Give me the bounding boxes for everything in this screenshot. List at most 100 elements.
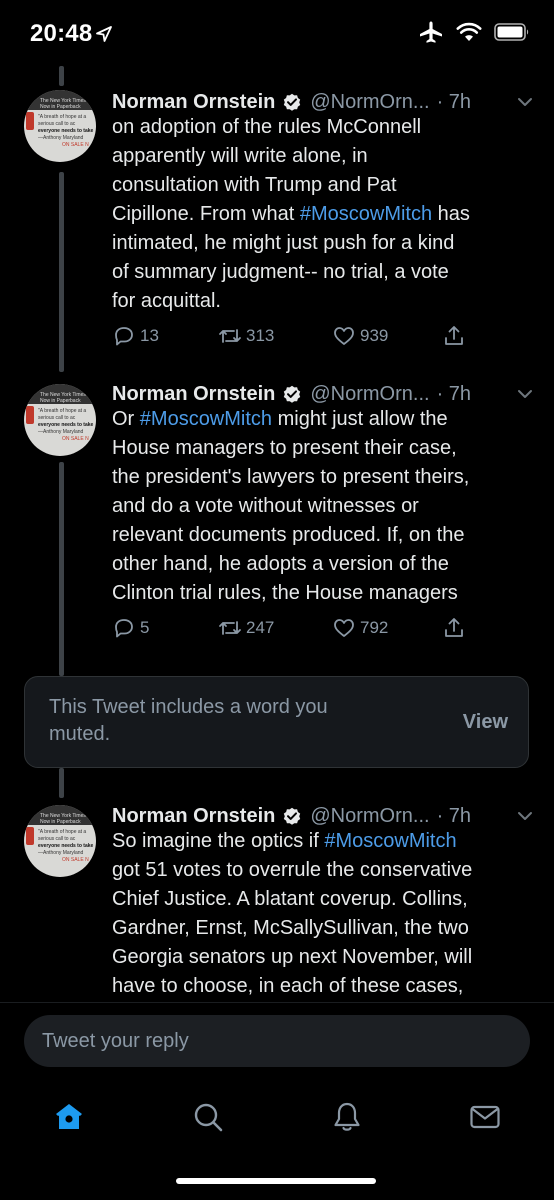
tweet[interactable]: The New York Times Now in Paperback "A b…: [0, 376, 554, 656]
tweet-timestamp: · 7h: [436, 90, 472, 113]
tweet-text-segment: apparently will write alone, in: [112, 145, 368, 167]
chevron-down-icon[interactable]: [516, 385, 534, 403]
avatar[interactable]: The New York Times Now in Paperback "A b…: [24, 90, 96, 162]
reply-input[interactable]: Tweet your reply: [24, 1015, 530, 1067]
reply-count: 5: [140, 618, 150, 637]
tweet-actions: 13 313 939: [112, 324, 472, 354]
hashtag-link[interactable]: #MoscowMitch: [300, 203, 432, 225]
tweet-text-segment: have to choose, in each of these cases,: [112, 975, 464, 997]
hashtag-link[interactable]: #MoscowMitch: [140, 408, 272, 430]
reply-button[interactable]: 5: [112, 616, 149, 640]
tweet-text-line: other hand, he adopts a version of the: [112, 550, 532, 579]
tweet-text-segment: other hand, he adopts a version of the: [112, 553, 449, 575]
tweet-timestamp: · 7h: [436, 804, 472, 827]
heart-icon: [334, 619, 354, 637]
tweet-text-line: consultation with Trump and Pat: [112, 171, 532, 200]
tweet-text-segment: got 51 votes to overrule the conservativ…: [112, 859, 473, 881]
tweet-text-line: Or #MoscowMitch might just allow the: [112, 405, 532, 434]
author-name[interactable]: Norman Ornstein: [112, 383, 275, 406]
view-muted-tweet-button[interactable]: View: [463, 711, 508, 734]
notifications-bell-icon[interactable]: [330, 1100, 364, 1134]
chevron-down-icon[interactable]: [516, 93, 534, 111]
tweet-text-segment: has: [432, 203, 470, 225]
verified-icon: [284, 807, 301, 825]
tweet-text-line: got 51 votes to overrule the conservativ…: [112, 856, 532, 885]
tweet-text: on adoption of the rules McConnell appare…: [112, 113, 532, 316]
tweet-text-line: Clinton trial rules, the House managers: [112, 579, 532, 608]
like-count: 939: [360, 326, 389, 345]
avatar[interactable]: The New York Times Now in Paperback "A b…: [24, 805, 96, 877]
tweet-text: So imagine the optics if #MoscowMitch got…: [112, 827, 532, 1001]
status-icons: [418, 20, 530, 44]
retweet-button[interactable]: 247: [218, 616, 274, 640]
like-button[interactable]: 792: [332, 616, 388, 640]
tweet-text-segment: Gardner, Ernst, McSallySullivan, the two: [112, 917, 469, 939]
tweet-text-segment: Chief Justice. A blatant coverup. Collin…: [112, 888, 468, 910]
messages-envelope-icon[interactable]: [468, 1100, 502, 1134]
home-icon[interactable]: [52, 1100, 86, 1134]
tweet-text-line: House managers to present their case,: [112, 434, 532, 463]
retweet-button[interactable]: 313: [218, 324, 274, 348]
share-icon: [445, 618, 463, 637]
tweet-text-segment: of summary judgment-- no trial, a vote: [112, 261, 449, 283]
tweet-text-segment: Cipillone. From what: [112, 203, 300, 225]
tweet-text-segment: Georgia senators up next November, will: [112, 946, 473, 968]
tweet-actions: 5 247 792: [112, 616, 472, 646]
author-handle: @NormOrn...: [310, 90, 430, 113]
like-button[interactable]: 939: [332, 324, 388, 348]
reply-count: 13: [140, 326, 159, 345]
tweet-text-line: have to choose, in each of these cases,: [112, 972, 532, 1001]
tweet-text-segment: House managers to present their case,: [112, 437, 457, 459]
tweet-text-segment: intimated, he might just push for a kind: [112, 232, 455, 254]
tweet-text-segment: the president's lawyers to present their…: [112, 466, 470, 488]
location-arrow-icon: [96, 26, 112, 42]
avatar[interactable]: The New York Times Now in Paperback "A b…: [24, 384, 96, 456]
tweet-timestamp: · 7h: [436, 382, 472, 405]
tweet-text-line: and do a vote without witnesses or: [112, 492, 532, 521]
tweet-text-line: the president's lawyers to present their…: [112, 463, 532, 492]
tweet-text-line: on adoption of the rules McConnell: [112, 113, 532, 142]
heart-icon: [334, 327, 354, 345]
tweet-text-line: of summary judgment-- no trial, a vote: [112, 258, 532, 287]
tweet[interactable]: The New York Times Now in Paperback "A b…: [0, 84, 554, 364]
muted-tweet-notice: This Tweet includes a word you muted. Vi…: [24, 676, 529, 768]
reply-icon: [115, 327, 133, 346]
tweet-text-segment: consultation with Trump and Pat: [112, 174, 397, 196]
verified-icon: [284, 385, 301, 403]
author-name[interactable]: Norman Ornstein: [112, 91, 275, 114]
author-name[interactable]: Norman Ornstein: [112, 805, 275, 828]
thread-line: [59, 768, 64, 798]
chevron-down-icon[interactable]: [516, 807, 534, 825]
reply-placeholder: Tweet your reply: [42, 1029, 189, 1052]
tweet-text-line: Chief Justice. A blatant coverup. Collin…: [112, 885, 532, 914]
status-time: 20:48: [30, 20, 93, 47]
share-button[interactable]: [442, 324, 466, 348]
reply-button[interactable]: 13: [112, 324, 159, 348]
author-handle: @NormOrn...: [310, 382, 430, 405]
status-bar: 20:48: [0, 0, 554, 66]
hashtag-link[interactable]: #MoscowMitch: [324, 830, 456, 852]
tweet-text-line: So imagine the optics if #MoscowMitch: [112, 827, 532, 856]
tweet-text-segment: on adoption of the rules McConnell: [112, 116, 422, 138]
tweet-text-line: intimated, he might just push for a kind: [112, 229, 532, 258]
home-indicator[interactable]: [176, 1178, 376, 1184]
tweet[interactable]: The New York Times Now in Paperback "A b…: [0, 798, 554, 1003]
thread-line: [59, 66, 64, 86]
search-icon[interactable]: [191, 1100, 225, 1134]
battery-icon: [494, 23, 529, 41]
tweet-text-line: Georgia senators up next November, will: [112, 943, 532, 972]
wifi-icon: [456, 22, 482, 41]
retweet-count: 247: [246, 618, 275, 637]
retweet-icon: [219, 329, 241, 343]
share-icon: [445, 326, 463, 345]
share-button[interactable]: [442, 616, 466, 640]
tweet-text-line: Cipillone. From what #MoscowMitch has: [112, 200, 532, 229]
airplane-icon: [420, 21, 442, 43]
tweet-text-segment: So imagine the optics if: [112, 830, 325, 852]
reply-icon: [115, 619, 133, 638]
verified-icon: [284, 93, 301, 111]
author-handle: @NormOrn...: [310, 804, 430, 827]
tweet-text-line: for acquittal.: [112, 287, 532, 316]
tweet-text-segment: relevant documents produced. If, on the: [112, 524, 465, 546]
tweet-text-segment: Or: [112, 408, 140, 430]
